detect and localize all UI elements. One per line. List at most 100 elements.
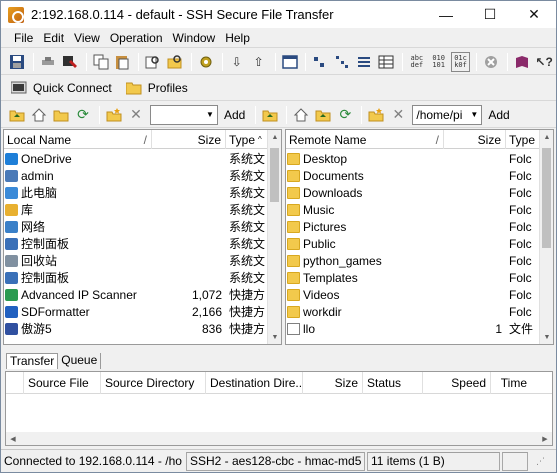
remote-file-row[interactable]: Music Folc: [286, 201, 540, 218]
local-file-row[interactable]: admin 系统文: [4, 167, 266, 184]
scroll-left-icon[interactable]: ◀: [6, 432, 20, 445]
transfer-horizontal-scrollbar[interactable]: ◀ ▶: [6, 432, 552, 445]
close-button[interactable]: ✕: [512, 1, 556, 28]
menu-edit[interactable]: Edit: [38, 31, 69, 45]
remote-add-button[interactable]: Add: [488, 108, 509, 122]
details-view-icon[interactable]: [376, 52, 396, 72]
local-file-row[interactable]: 库 系统文: [4, 201, 266, 218]
local-file-row[interactable]: Advanced IP Scanner 1,072 快捷方: [4, 286, 266, 303]
find-folder-icon[interactable]: [165, 52, 185, 72]
window-icon[interactable]: [280, 52, 300, 72]
transfer-status-icon-column[interactable]: [6, 372, 24, 394]
small-icons-icon[interactable]: [332, 52, 352, 72]
remote-file-row[interactable]: Downloads Folc: [286, 184, 540, 201]
ascii-mode-icon[interactable]: abc def: [407, 52, 427, 72]
help-book-icon[interactable]: [512, 52, 532, 72]
settings-icon[interactable]: [196, 52, 216, 72]
source-file-column[interactable]: Source File: [24, 372, 101, 394]
local-file-row[interactable]: 傲游5 836 快捷方: [4, 320, 266, 337]
tab-transfer[interactable]: Transfer: [6, 353, 59, 369]
find-icon[interactable]: [143, 52, 163, 72]
remote-file-row[interactable]: Desktop Folc: [286, 150, 540, 167]
list-view-icon[interactable]: [354, 52, 374, 72]
remote-type-column[interactable]: Type: [506, 130, 540, 149]
time-column[interactable]: Time: [491, 372, 531, 394]
local-vertical-scrollbar[interactable]: ▲ ▼: [267, 130, 281, 344]
speed-column[interactable]: Speed: [423, 372, 491, 394]
size-column[interactable]: Size: [303, 372, 363, 394]
download-icon[interactable]: ⇩: [227, 52, 247, 72]
local-folder-icon[interactable]: [51, 105, 71, 125]
menu-operation[interactable]: Operation: [105, 31, 168, 45]
local-add-button[interactable]: Add: [224, 108, 245, 122]
local-home-icon[interactable]: [29, 105, 49, 125]
minimize-button[interactable]: —: [424, 1, 468, 28]
remote-size-column[interactable]: Size: [444, 130, 506, 149]
scroll-up-icon[interactable]: ▲: [268, 130, 281, 144]
context-help-icon[interactable]: ↖?: [534, 52, 554, 72]
scroll-down-icon[interactable]: ▼: [268, 330, 281, 344]
local-file-row[interactable]: SDFormatter 2,166 快捷方: [4, 303, 266, 320]
disconnect-icon[interactable]: [38, 52, 58, 72]
local-file-row[interactable]: 控制面板 系统文: [4, 269, 266, 286]
remote-file-row[interactable]: Public Folc: [286, 235, 540, 252]
save-icon[interactable]: [7, 52, 27, 72]
profiles-button[interactable]: Profiles: [122, 77, 194, 99]
remote-home-icon[interactable]: [291, 105, 311, 125]
menu-help[interactable]: Help: [220, 31, 255, 45]
scroll-right-icon[interactable]: ▶: [538, 432, 552, 445]
local-path-dropdown[interactable]: ▼: [150, 104, 218, 125]
scroll-thumb[interactable]: [542, 148, 551, 248]
local-file-row[interactable]: 网络 系统文: [4, 218, 266, 235]
menu-window[interactable]: Window: [168, 31, 221, 45]
scroll-down-icon[interactable]: ▼: [540, 330, 553, 344]
large-icons-icon[interactable]: [310, 52, 330, 72]
local-file-row[interactable]: OneDrive 系统文: [4, 150, 266, 167]
menu-view[interactable]: View: [69, 31, 105, 45]
menu-file[interactable]: File: [9, 31, 38, 45]
local-up-folder-icon[interactable]: [7, 105, 27, 125]
pane-splitter[interactable]: [1, 345, 556, 351]
copy-icon[interactable]: [91, 52, 111, 72]
remote-refresh-icon[interactable]: ⟳: [335, 105, 355, 125]
binary-mode-icon[interactable]: 010 101: [429, 52, 449, 72]
remote-file-row[interactable]: Pictures Folc: [286, 218, 540, 235]
scroll-thumb[interactable]: [270, 148, 279, 202]
tab-queue[interactable]: Queue: [58, 353, 102, 369]
status-column[interactable]: Status: [363, 372, 423, 394]
auto-mode-icon[interactable]: 01c k0f: [450, 51, 471, 72]
destination-directory-column[interactable]: Destination Dire...: [206, 372, 303, 394]
local-file-row[interactable]: 此电脑 系统文: [4, 184, 266, 201]
remote-file-row[interactable]: llo 1 文件: [286, 320, 540, 337]
remote-file-row[interactable]: workdir Folc: [286, 303, 540, 320]
remote-file-row[interactable]: python_games Folc: [286, 252, 540, 269]
remote-up-folder-icon[interactable]: [260, 105, 280, 125]
local-size-column[interactable]: Size: [152, 130, 226, 149]
local-name-column[interactable]: Local Name /: [4, 130, 152, 149]
upload-icon[interactable]: ⇧: [249, 52, 269, 72]
stop-icon[interactable]: [481, 52, 501, 72]
local-refresh-icon[interactable]: ⟳: [73, 105, 93, 125]
remote-name-column[interactable]: Remote Name /: [286, 130, 444, 149]
resize-grip-icon[interactable]: ⋰: [536, 456, 545, 467]
maximize-button[interactable]: ☐: [468, 1, 512, 28]
paste-icon[interactable]: [112, 52, 132, 72]
remote-path-dropdown[interactable]: /home/pi ▼: [412, 104, 483, 125]
title-bar[interactable]: 2:192.168.0.114 - default - SSH Secure F…: [1, 1, 556, 28]
remote-new-folder-icon[interactable]: [366, 105, 386, 125]
remote-folder-icon[interactable]: [313, 105, 333, 125]
source-directory-column[interactable]: Source Directory: [101, 372, 206, 394]
local-file-row[interactable]: 控制面板 系统文: [4, 235, 266, 252]
new-terminal-icon[interactable]: [60, 52, 80, 72]
remote-file-row[interactable]: Documents Folc: [286, 167, 540, 184]
remote-vertical-scrollbar[interactable]: ▲ ▼: [539, 130, 553, 344]
local-file-row[interactable]: 回收站 系统文: [4, 252, 266, 269]
quick-connect-button[interactable]: Quick Connect: [7, 77, 118, 99]
remote-file-row[interactable]: Videos Folc: [286, 286, 540, 303]
remote-file-row[interactable]: Templates Folc: [286, 269, 540, 286]
scroll-up-icon[interactable]: ▲: [540, 130, 553, 144]
remote-delete-icon[interactable]: ✕: [388, 105, 408, 125]
local-delete-icon[interactable]: ✕: [126, 105, 146, 125]
local-new-folder-icon[interactable]: [104, 105, 124, 125]
local-type-column[interactable]: Type ^: [226, 130, 268, 149]
